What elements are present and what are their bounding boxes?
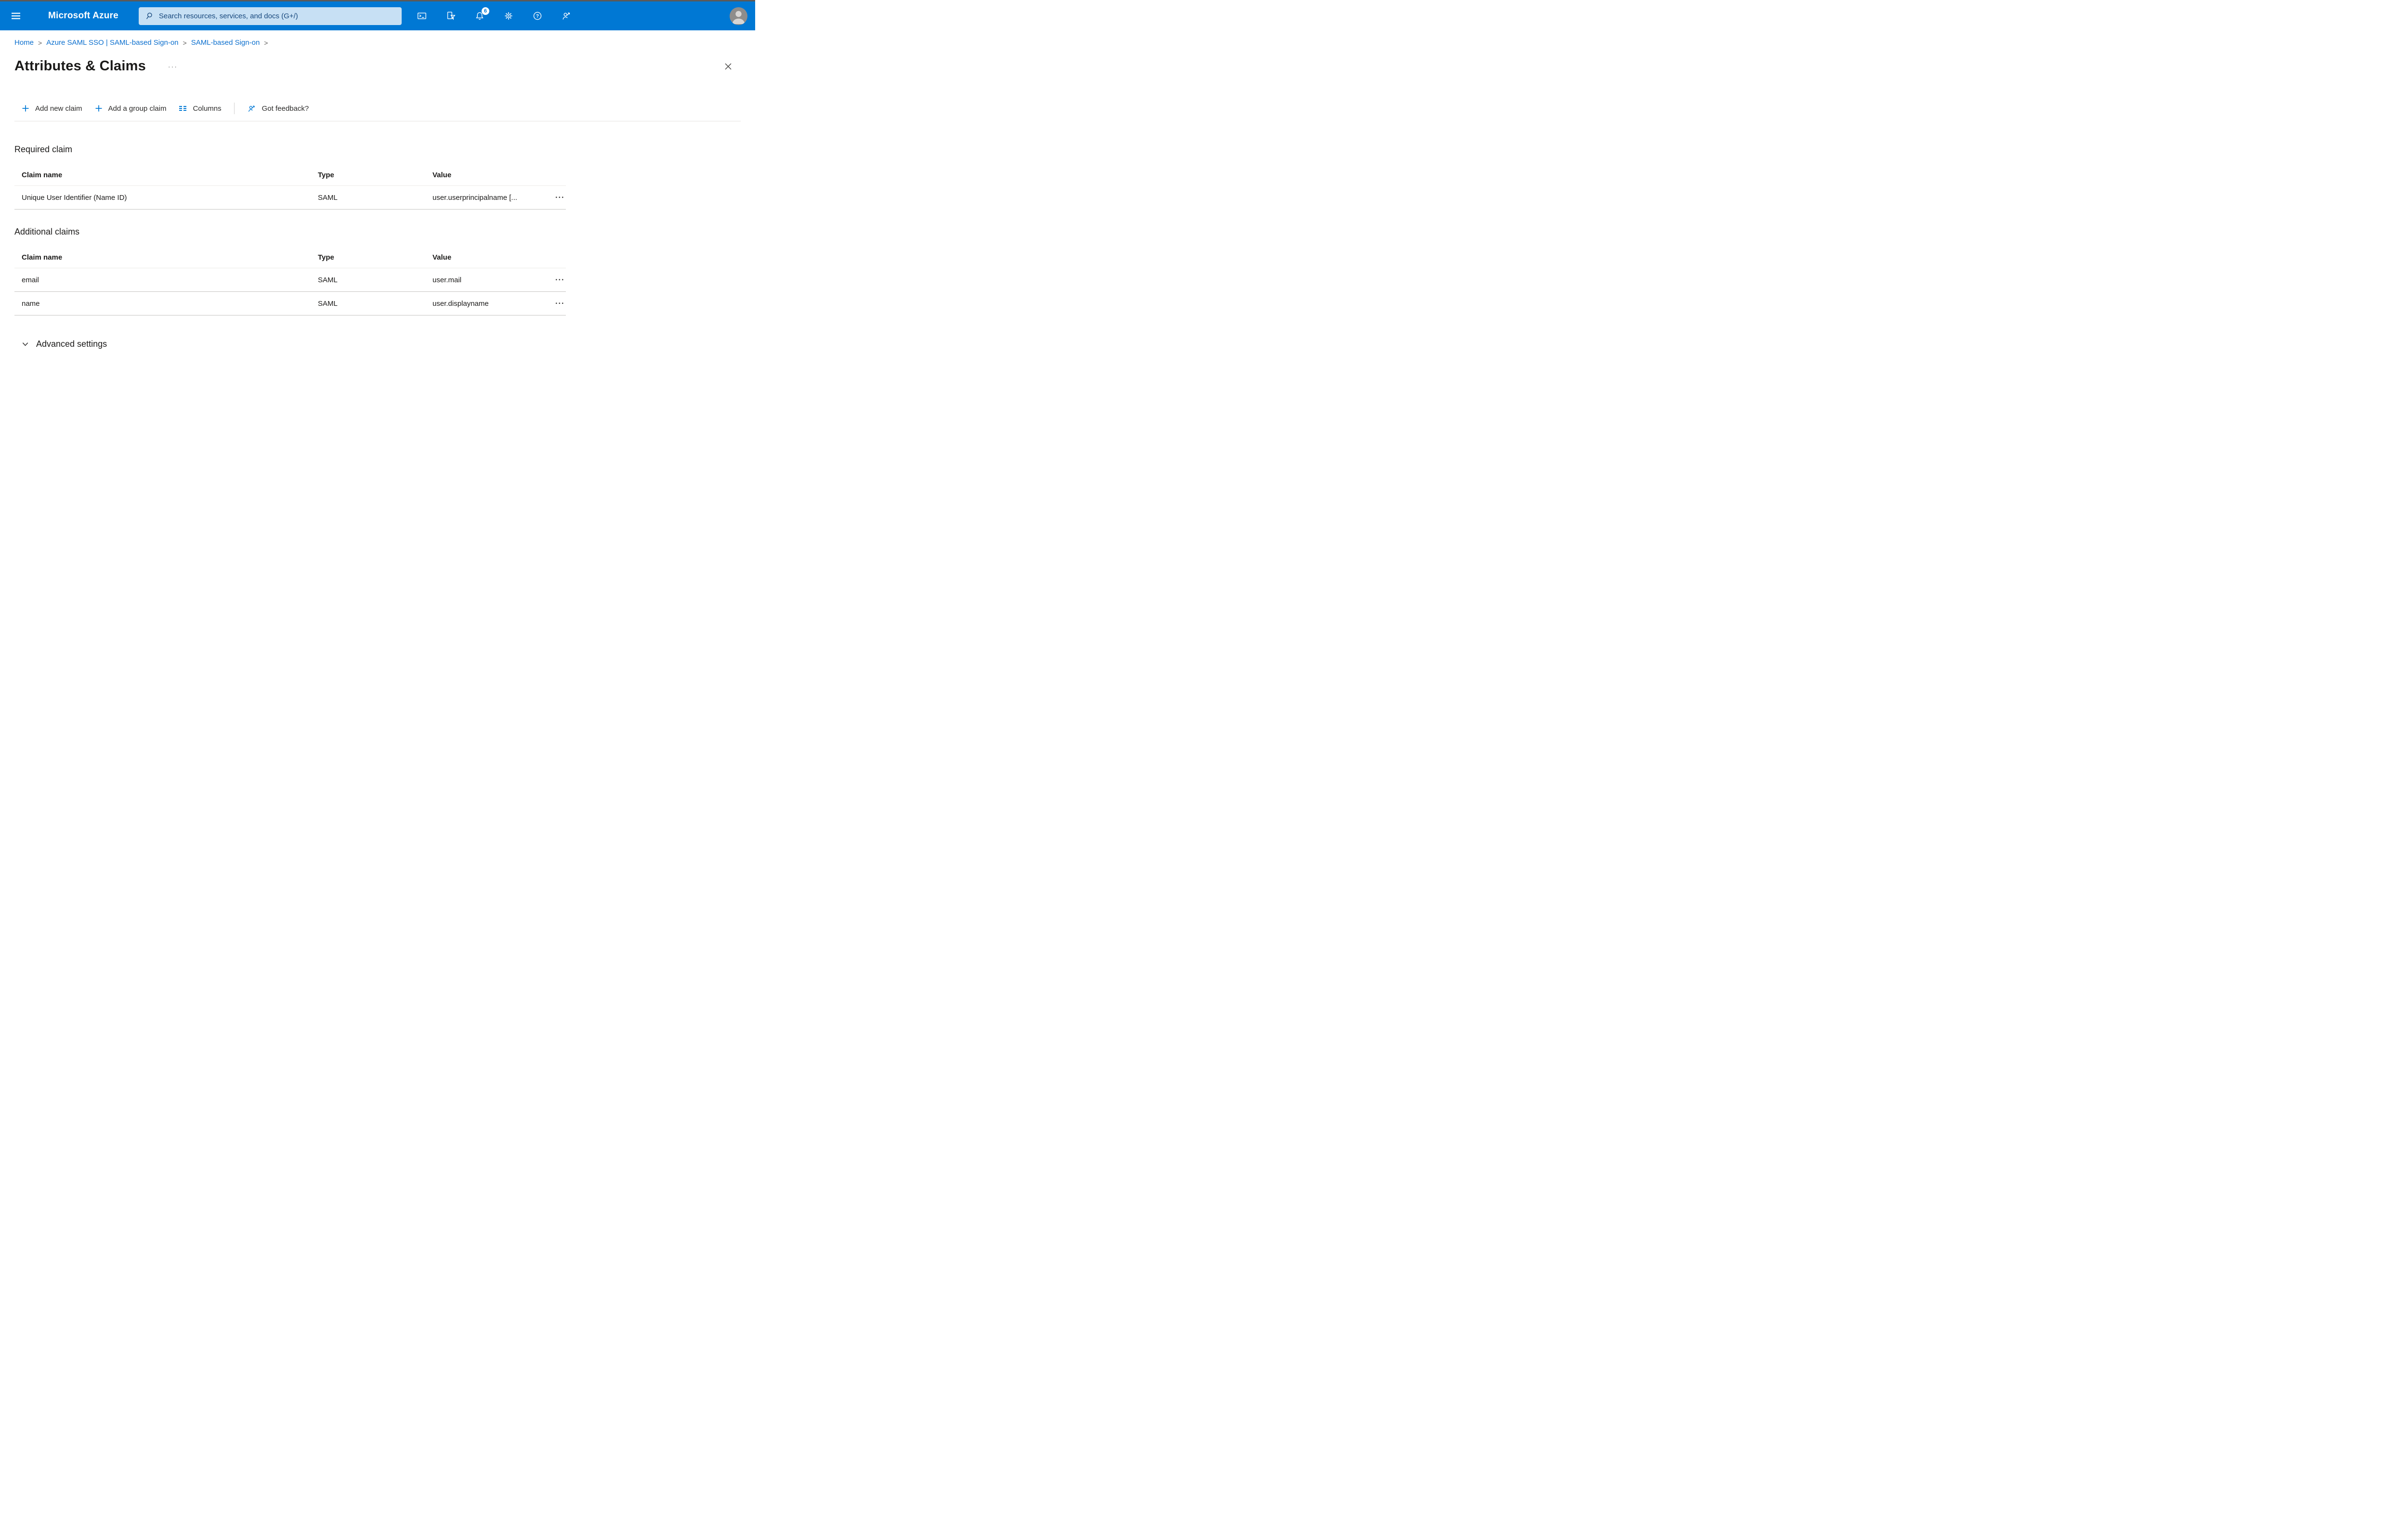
claim-type-cell: SAML xyxy=(318,193,338,202)
main-content: Home > Azure SAML SSO | SAML-based Sign-… xyxy=(0,39,755,351)
notification-badge: 6 xyxy=(481,7,489,15)
required-claim-table: Claim name Type Value Unique User Identi… xyxy=(14,155,566,210)
claim-value-cell: user.displayname xyxy=(432,299,489,308)
plus-icon xyxy=(22,105,29,112)
directory-filter-icon xyxy=(447,12,456,20)
advanced-settings-label: Advanced settings xyxy=(36,339,107,349)
row-menu-button[interactable]: ••• xyxy=(539,277,566,283)
close-button[interactable] xyxy=(721,60,735,73)
column-header-type: Type xyxy=(318,253,334,262)
search-icon xyxy=(146,13,152,19)
title-more-button[interactable]: ··· xyxy=(166,61,180,72)
column-header-type: Type xyxy=(318,171,334,179)
got-feedback-button[interactable]: Got feedback? xyxy=(247,104,309,113)
claim-name-cell: email xyxy=(22,276,39,284)
claim-name-cell: name xyxy=(22,299,40,308)
hamburger-icon xyxy=(12,13,20,19)
row-menu-button[interactable]: ••• xyxy=(539,195,566,200)
add-new-claim-button[interactable]: Add new claim xyxy=(22,105,82,113)
cloud-shell-icon xyxy=(417,13,426,19)
notifications-button[interactable]: 6 xyxy=(470,6,489,26)
column-header-value: Value xyxy=(432,253,452,262)
columns-label: Columns xyxy=(193,104,222,113)
gear-icon xyxy=(505,12,512,20)
claim-value-cell: user.mail xyxy=(432,276,462,284)
table-header-row: Claim name Type Value xyxy=(14,155,566,186)
person-feedback-icon xyxy=(248,105,255,112)
table-row: name SAML user.displayname ••• xyxy=(14,292,566,315)
breadcrumb-home-link[interactable]: Home xyxy=(14,39,34,47)
command-bar: Add new claim Add a group claim Columns xyxy=(14,102,741,115)
advanced-settings-toggle[interactable]: Advanced settings xyxy=(14,337,110,351)
avatar-silhouette-icon xyxy=(732,11,745,24)
close-icon xyxy=(725,63,732,70)
toolbar-divider xyxy=(234,103,235,114)
page-title: Attributes & Claims xyxy=(14,58,146,74)
breadcrumb-separator: > xyxy=(183,39,187,47)
add-new-claim-label: Add new claim xyxy=(35,104,82,113)
table-row: Unique User Identifier (Name ID) SAML us… xyxy=(14,186,566,210)
feedback-button[interactable] xyxy=(557,6,576,26)
svg-text:?: ? xyxy=(536,14,539,19)
cloud-shell-button[interactable] xyxy=(412,6,432,26)
table-header-row: Claim name Type Value xyxy=(14,237,566,268)
title-row: Attributes & Claims ··· xyxy=(14,58,741,74)
brand-title[interactable]: Microsoft Azure xyxy=(48,11,118,21)
columns-icon xyxy=(179,106,187,111)
breadcrumb: Home > Azure SAML SSO | SAML-based Sign-… xyxy=(14,39,741,47)
breadcrumb-app-link[interactable]: Azure SAML SSO | SAML-based Sign-on xyxy=(46,39,178,47)
additional-claims-table: Claim name Type Value email SAML user.ma… xyxy=(14,237,566,315)
topbar-actions: 6 ? xyxy=(412,6,576,26)
search-input[interactable] xyxy=(157,11,396,21)
column-header-actions xyxy=(539,262,566,268)
claim-type-cell: SAML xyxy=(318,276,338,284)
add-group-claim-label: Add a group claim xyxy=(108,104,167,113)
column-header-value: Value xyxy=(432,171,452,179)
breadcrumb-separator: > xyxy=(38,39,42,47)
column-header-claim-name: Claim name xyxy=(22,253,63,262)
required-claim-heading: Required claim xyxy=(14,144,73,154)
global-search-box xyxy=(138,7,402,25)
row-menu-button[interactable]: ••• xyxy=(539,301,566,306)
directory-filter-button[interactable] xyxy=(441,6,460,26)
topbar: Microsoft Azure 6 xyxy=(0,1,755,30)
breadcrumb-signon-link[interactable]: SAML-based Sign-on xyxy=(191,39,260,47)
settings-button[interactable] xyxy=(499,6,518,26)
got-feedback-label: Got feedback? xyxy=(262,104,309,113)
additional-claims-heading: Additional claims xyxy=(14,227,80,236)
columns-button[interactable]: Columns xyxy=(179,104,222,113)
avatar[interactable] xyxy=(730,7,747,25)
claim-name-cell: Unique User Identifier (Name ID) xyxy=(22,193,127,202)
hamburger-menu-button[interactable] xyxy=(8,6,24,26)
claim-value-cell: user.userprincipalname [... xyxy=(432,193,517,202)
table-row: email SAML user.mail ••• xyxy=(14,268,566,292)
add-group-claim-button[interactable]: Add a group claim xyxy=(95,104,167,113)
help-button[interactable]: ? xyxy=(528,6,547,26)
column-header-actions xyxy=(539,179,566,185)
person-feedback-icon xyxy=(563,13,570,20)
plus-icon xyxy=(95,105,102,112)
claim-type-cell: SAML xyxy=(318,299,338,308)
column-header-claim-name: Claim name xyxy=(22,171,63,179)
chevron-down-icon xyxy=(22,342,28,346)
help-icon: ? xyxy=(533,12,542,20)
breadcrumb-separator: > xyxy=(264,39,268,47)
